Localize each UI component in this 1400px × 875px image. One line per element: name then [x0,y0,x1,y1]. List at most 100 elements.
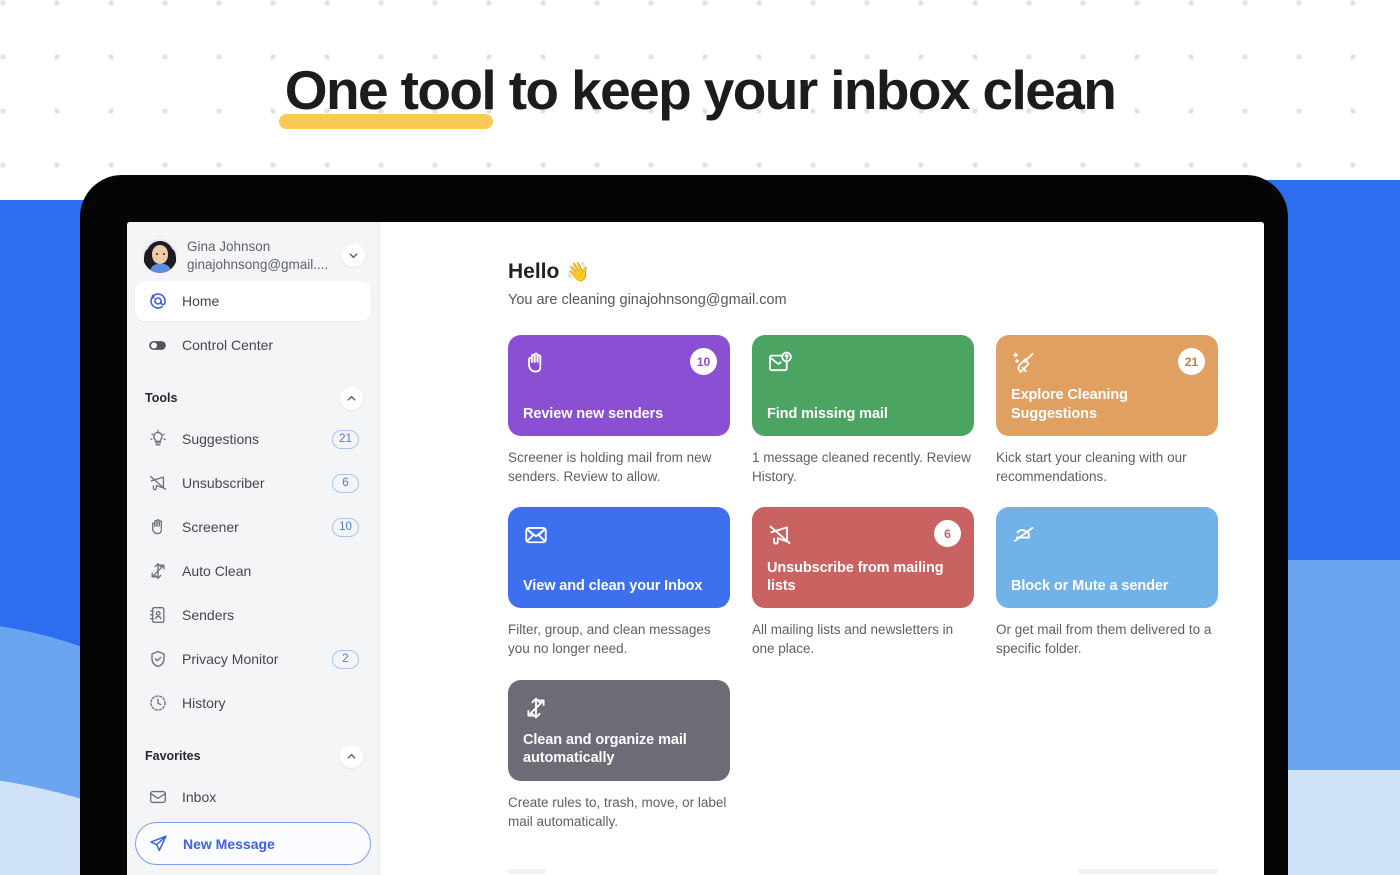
app-screen: Gina Johnson ginajohnsong@gmail.... Home [127,222,1264,875]
envelope-icon [147,787,168,808]
sidebar-badge: 10 [332,517,359,537]
headline-rest-text: to keep your inbox clean [495,59,1117,121]
megaphone-off-icon [147,473,168,494]
card-title: Review new senders [523,405,664,422]
sidebar-item-label: Senders [182,607,235,624]
sidebar-item-unsubscriber[interactable]: Unsubscriber 6 [135,463,371,503]
card-clean-organize-automatically[interactable]: Clean and organize mail automatically [508,679,730,781]
sidebar-badge: 6 [332,473,359,493]
headline-highlighted-text: One tool [278,59,497,128]
card-explore-cleaning-suggestions[interactable]: 21 Explore Cleaning Suggestions [996,335,1218,436]
mail-question-icon [767,350,794,377]
sidebar-item-label: Unsubscriber [182,475,265,492]
placeholder-bar [1078,868,1218,874]
sidebar-item-senders[interactable]: Senders [135,595,371,635]
sidebar-item-control-center[interactable]: Control Center [135,325,371,365]
sidebar-item-auto-clean[interactable]: Auto Clean [135,551,371,591]
waving-hand-icon: 👋 [566,262,591,283]
card-title: Clean and organize mail automatically [523,731,687,767]
chevron-down-icon[interactable] [342,244,365,268]
shield-check-icon [147,649,168,670]
sidebar-item-label: Home [182,293,220,310]
account-switcher[interactable]: Gina Johnson ginajohnsong@gmail.... [131,232,375,279]
sidebar-item-privacy-monitor[interactable]: Privacy Monitor 2 [135,639,371,679]
arrows-expand-icon [523,695,550,722]
card-badge: 21 [1178,348,1205,375]
card-description: Create rules to, trash, move, or label m… [508,794,727,829]
card-column: Clean and organize mail automatically Cr… [508,679,730,831]
card-column: View and clean your Inbox Filter, group,… [508,507,730,658]
sidebar-item-screener[interactable]: Screener 10 [135,507,371,547]
card-column: 6 Unsubscribe from mailing lists All mai… [752,507,974,658]
card-column: 21 Explore Cleaning Suggestions Kick sta… [996,335,1218,486]
card-unsubscribe-mailing-lists[interactable]: 6 Unsubscribe from mailing lists [752,507,974,609]
card-column: 10 Review new senders Screener is holdin… [508,335,730,486]
card-description: Filter, group, and clean messages you no… [508,622,711,657]
card-title: Block or Mute a sender [1011,577,1169,594]
new-message-button[interactable]: New Message [135,822,371,866]
card-review-new-senders[interactable]: 10 Review new senders [508,335,730,436]
paper-plane-icon [148,833,169,854]
greeting-subtitle: You are cleaning ginajohnsong@gmail.com [508,292,787,308]
account-name: Gina Johnson [187,239,271,254]
tablet-device-frame: Gina Johnson ginajohnsong@gmail.... Home [80,175,1288,875]
chevron-up-icon[interactable] [340,386,363,410]
main-content: Hello 👋 You are cleaning ginajohnsong@gm… [380,222,1264,875]
action-card-grid: 10 Review new senders Screener is holdin… [508,335,1218,831]
megaphone-off-icon [767,522,794,549]
sidebar-item-label: Screener [182,519,239,536]
card-description: Screener is holding mail from new sender… [508,450,712,485]
at-sign-icon [147,291,168,312]
card-description: Kick start your cleaning with our recomm… [996,450,1187,485]
clock-icon [147,693,168,714]
card-title: Explore Cleaning Suggestions [1011,387,1128,422]
hand-icon [523,350,550,377]
card-column: Find missing mail 1 message cleaned rece… [752,335,974,486]
sidebar-item-label: Auto Clean [182,563,252,580]
page-root: One tool to keep your inbox clean Gina J… [0,0,1400,875]
toggle-icon [147,335,168,356]
sidebar-item-label: Privacy Monitor [182,651,279,668]
card-column: Block or Mute a sender Or get mail from … [996,507,1218,658]
sidebar-item-suggestions[interactable]: Suggestions 21 [135,419,371,459]
sidebar-item-label: Inbox [182,789,217,806]
sidebar-item-label: Control Center [182,337,274,354]
sidebar-badge: 2 [332,649,359,669]
card-block-or-mute-sender[interactable]: Block or Mute a sender [996,507,1218,609]
chevron-up-icon[interactable] [340,744,363,768]
card-title: Unsubscribe from mailing lists [767,559,944,594]
broom-sparkle-icon [1011,350,1038,377]
hero-headline-wrapper: One tool to keep your inbox clean [0,59,1400,128]
sidebar-item-label: History [182,695,226,712]
sidebar-item-label: Suggestions [182,431,260,448]
sidebar-item-history[interactable]: History [135,683,371,723]
envelope-open-icon [523,522,550,549]
arrows-expand-icon [147,561,168,582]
card-badge: 6 [934,520,961,548]
sidebar-item-inbox[interactable]: Inbox [135,777,371,817]
card-description: All mailing lists and newsletters in one… [752,622,954,657]
card-title: Find missing mail [767,405,888,422]
placeholder-bar [508,868,546,874]
card-description: 1 message cleaned recently. Review Histo… [752,450,971,485]
account-email: ginajohnsong@gmail.... [187,256,329,272]
card-description: Or get mail from them delivered to a spe… [996,622,1212,657]
card-title: View and clean your Inbox [523,577,703,594]
section-header-tools[interactable]: Tools [127,379,379,417]
section-title-favorites: Favorites [145,749,201,764]
new-message-label: New Message [183,835,275,852]
greeting-text: Hello [508,260,560,283]
page-title: One tool to keep your inbox clean [278,59,1117,128]
card-find-missing-mail[interactable]: Find missing mail [752,335,974,436]
section-title-tools: Tools [145,391,178,406]
hand-icon [147,517,168,538]
content-placeholder-row [508,868,1218,874]
sidebar-item-home[interactable]: Home [135,281,371,322]
sidebar-badge: 21 [332,429,359,449]
address-book-icon [147,605,168,626]
lightbulb-icon [147,429,168,450]
card-view-and-clean-inbox[interactable]: View and clean your Inbox [508,507,730,609]
section-header-favorites[interactable]: Favorites [127,737,379,775]
avatar [143,238,177,273]
greeting-heading: Hello 👋 [508,260,1264,284]
